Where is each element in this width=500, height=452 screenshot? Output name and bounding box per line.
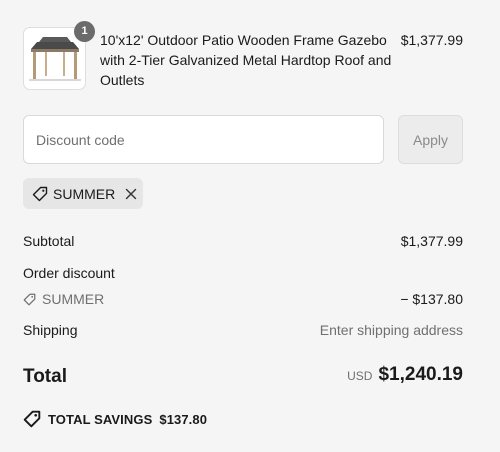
line-item: 1 10'x12' Outdoor Patio Wooden Frame Gaz… xyxy=(23,21,463,91)
currency-code: USD xyxy=(347,369,373,383)
shipping-row: Shipping Enter shipping address xyxy=(23,321,463,339)
total-amount: $1,240.19 xyxy=(378,364,463,385)
tag-icon xyxy=(32,186,48,201)
order-summary: 1 10'x12' Outdoor Patio Wooden Frame Gaz… xyxy=(0,0,500,452)
applied-code-label: SUMMER xyxy=(53,185,116,202)
product-price: $1,377.99 xyxy=(400,32,463,48)
discount-value: − $137.80 xyxy=(400,291,463,307)
shipping-label: Shipping xyxy=(23,322,78,338)
tag-icon xyxy=(23,293,36,305)
discount-detail-row: SUMMER − $137.80 xyxy=(23,290,463,308)
remove-discount-button[interactable] xyxy=(124,187,138,201)
total-row: Total USD $1,240.19 xyxy=(23,364,463,390)
close-icon xyxy=(126,188,137,199)
applied-discount-chip: SUMMER xyxy=(23,178,143,209)
product-title: 10'x12' Outdoor Patio Wooden Frame Gazeb… xyxy=(100,32,392,88)
gazebo-image xyxy=(29,37,81,81)
subtotal-value: $1,377.99 xyxy=(400,233,463,249)
subtotal-label: Subtotal xyxy=(23,233,75,249)
total-label: Total xyxy=(23,366,67,387)
discount-code-text: SUMMER xyxy=(42,291,105,307)
savings-label: TOTAL SAVINGS xyxy=(48,411,153,427)
tag-icon xyxy=(23,410,41,428)
order-discount-row: Order discount xyxy=(23,264,463,282)
subtotal-row: Subtotal $1,377.99 xyxy=(23,232,463,250)
savings-amount: $137.80 xyxy=(159,411,208,427)
order-discount-label: Order discount xyxy=(23,265,115,281)
apply-button[interactable]: Apply xyxy=(398,115,463,164)
total-savings: TOTAL SAVINGS $137.80 xyxy=(23,410,207,428)
discount-code-input[interactable] xyxy=(23,115,384,164)
discount-code-display: SUMMER xyxy=(23,290,463,308)
product-thumbnail: 1 xyxy=(23,21,95,90)
total-amount-group: USD $1,240.19 xyxy=(347,364,463,386)
quantity-badge: 1 xyxy=(74,21,95,42)
shipping-value: Enter shipping address xyxy=(319,322,463,338)
